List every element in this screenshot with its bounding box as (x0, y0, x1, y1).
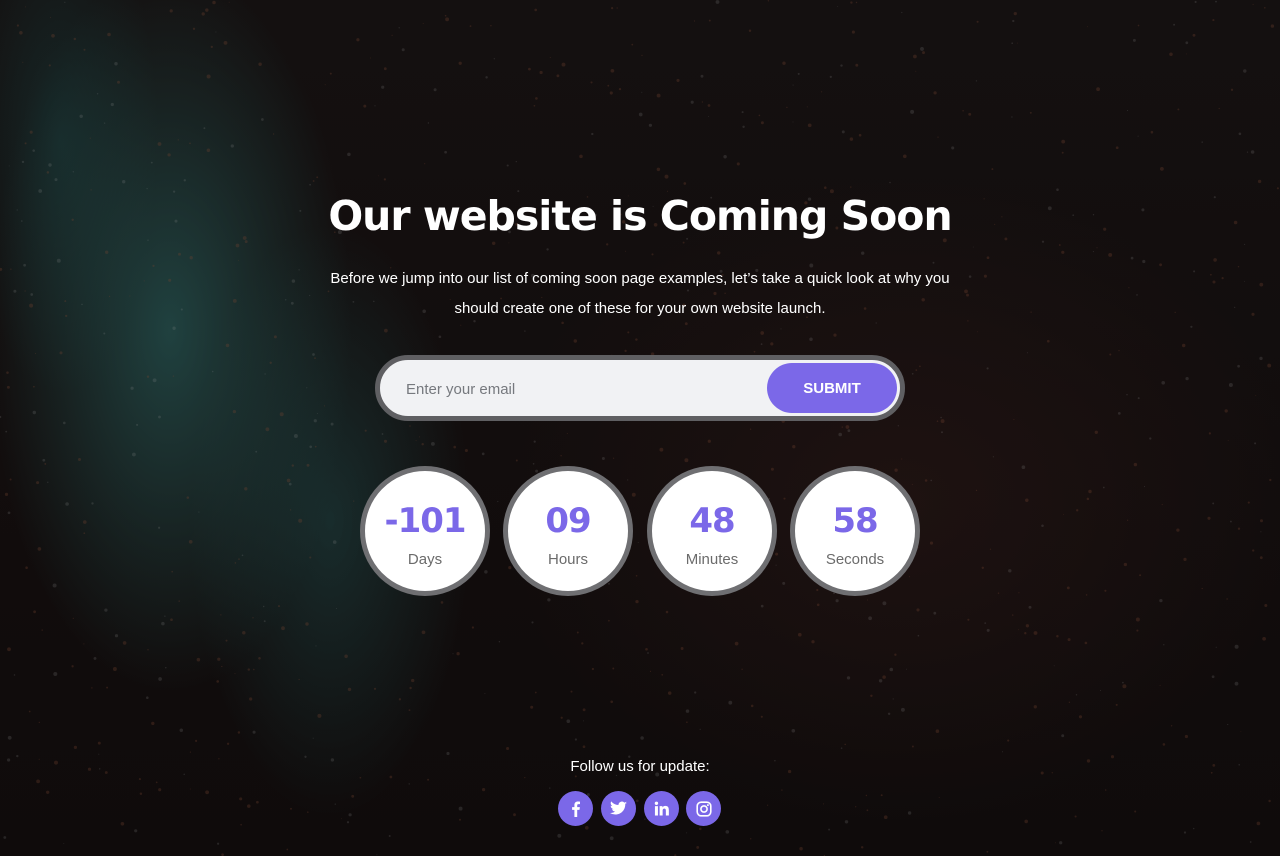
seconds-label: Seconds (825, 551, 885, 568)
submit-button[interactable]: SUBMIT (767, 363, 897, 413)
follow-text: Follow us for update: (570, 758, 710, 775)
countdown-days: -101 Days (360, 466, 490, 596)
social-links (558, 791, 728, 827)
instagram-icon (695, 800, 712, 817)
minutes-label: Minutes (685, 551, 739, 568)
hours-value: 09 (545, 501, 591, 541)
coming-soon-page: Our website is Coming Soon Before we jum… (0, 0, 1280, 856)
minutes-value: 48 (689, 501, 735, 541)
twitter-link[interactable] (601, 791, 636, 826)
hours-label: Hours (547, 551, 588, 568)
countdown-timer: -101 Days 09 Hours 48 Minutes 58 Seconds (360, 466, 920, 596)
page-subtitle: Before we jump into our list of coming s… (330, 270, 950, 317)
email-input[interactable] (404, 360, 768, 418)
days-label: Days (407, 551, 443, 568)
main-content: Our website is Coming Soon Before we jum… (0, 0, 1280, 856)
instagram-link[interactable] (686, 791, 721, 826)
linkedin-icon (654, 801, 669, 816)
countdown-seconds: 58 Seconds (790, 466, 920, 596)
countdown-hours: 09 Hours (503, 466, 633, 596)
linkedin-link[interactable] (644, 791, 679, 826)
subscribe-form: SUBMIT (375, 355, 905, 421)
seconds-value: 58 (832, 501, 878, 541)
countdown-minutes: 48 Minutes (647, 466, 777, 596)
facebook-icon (571, 801, 580, 817)
twitter-icon (610, 801, 627, 815)
facebook-link[interactable] (558, 791, 593, 826)
page-title: Our website is Coming Soon (328, 192, 952, 240)
days-value: -101 (384, 501, 466, 541)
